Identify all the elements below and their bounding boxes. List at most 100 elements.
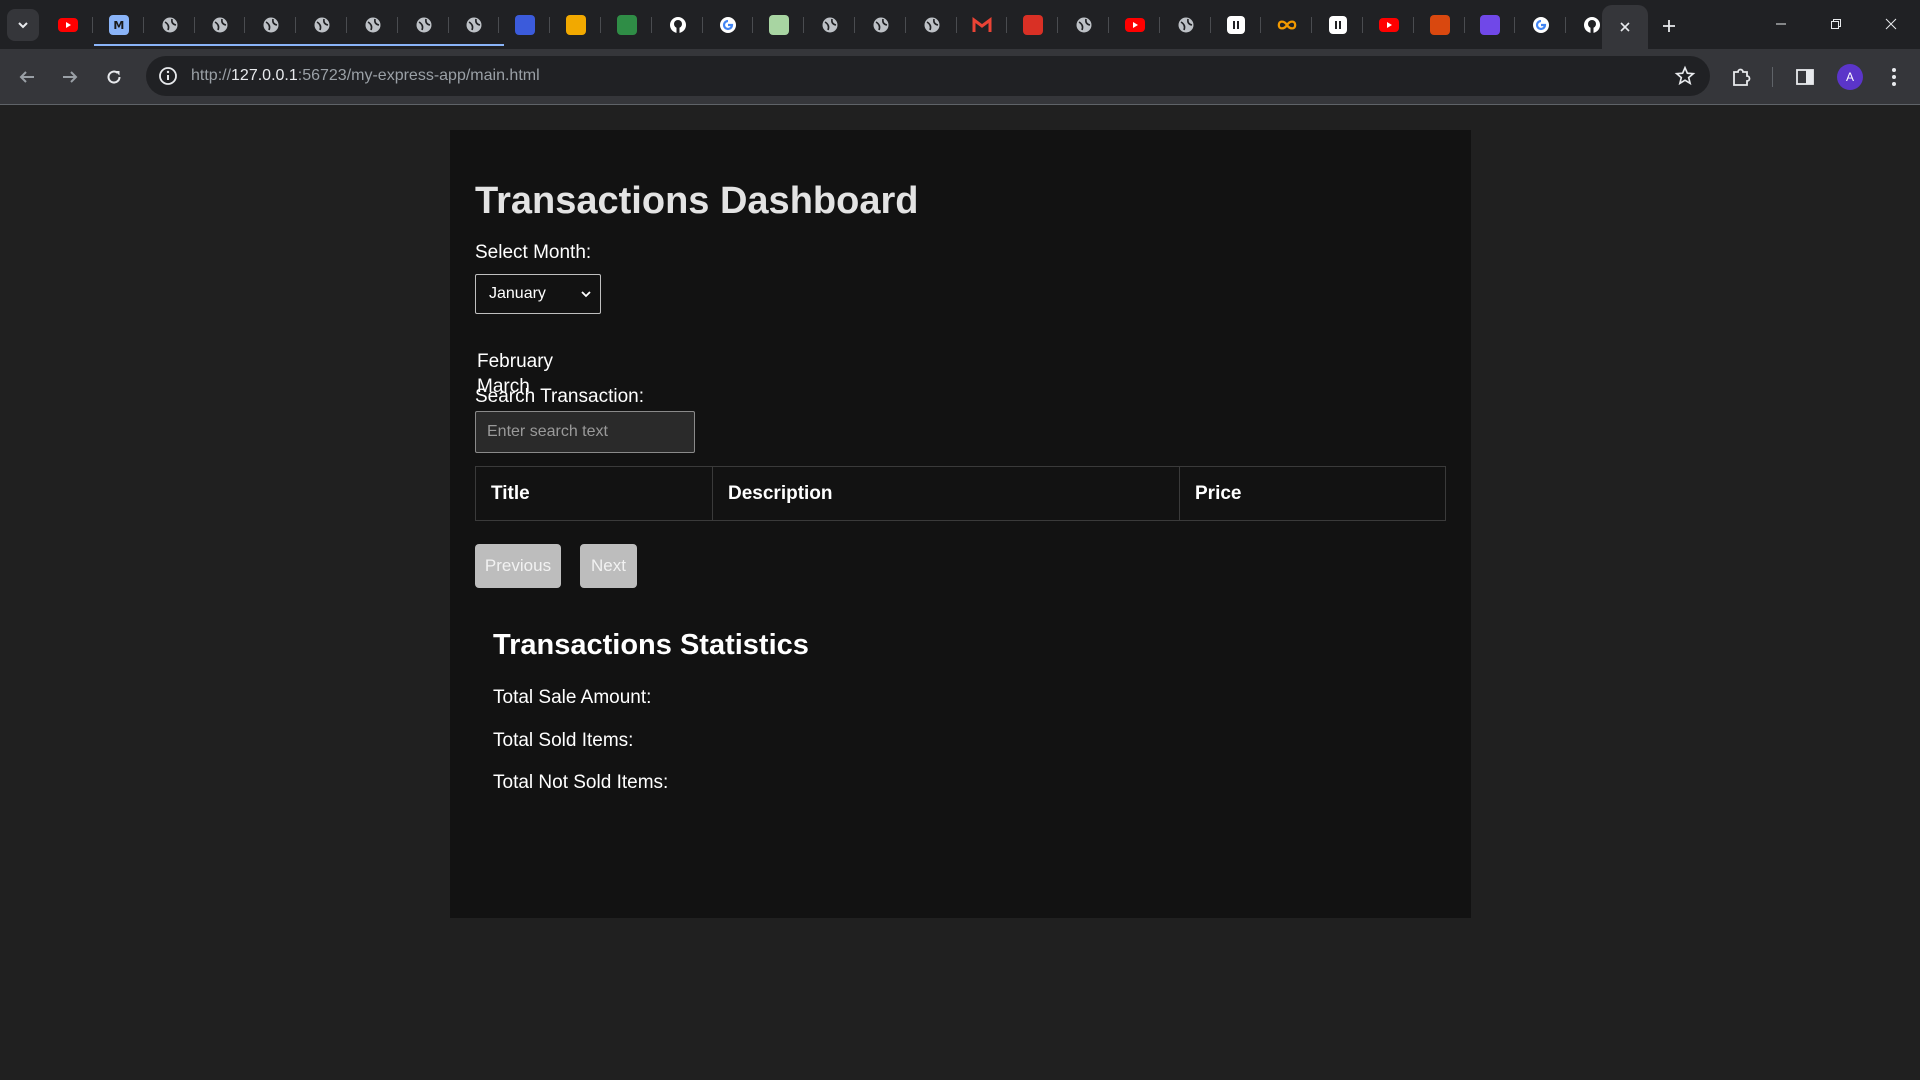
globe-icon [312, 15, 332, 35]
browser-tab[interactable] [1465, 8, 1516, 42]
browser-tab[interactable] [551, 8, 601, 42]
browser-tab[interactable] [195, 8, 246, 42]
browser-tab[interactable] [907, 8, 957, 42]
browser-tab[interactable] [1313, 8, 1363, 42]
github-icon [668, 15, 688, 35]
browser-tab[interactable] [805, 8, 855, 42]
browser-tab[interactable] [1262, 8, 1313, 42]
side-panel-icon [1796, 69, 1814, 85]
page-title: Transactions Dashboard [475, 180, 919, 222]
reload-button[interactable] [98, 61, 130, 93]
back-button[interactable] [11, 61, 43, 93]
close-icon[interactable] [1619, 21, 1631, 33]
minimize-icon [1776, 23, 1786, 25]
extensions-button[interactable] [1727, 63, 1755, 91]
globe-icon [210, 15, 230, 35]
gmail-icon [972, 15, 992, 35]
previous-button[interactable]: Previous [475, 544, 561, 588]
new-tab-button[interactable] [1655, 12, 1683, 40]
browser-tab[interactable] [856, 8, 906, 42]
toolbar-divider [1772, 67, 1773, 87]
browser-tab[interactable] [1161, 8, 1211, 42]
browser-tab[interactable]: M [93, 8, 504, 46]
github-icon [1582, 15, 1602, 35]
browser-tab[interactable] [145, 8, 195, 42]
browser-toolbar: http://127.0.0.1:56723/my-express-app/ma… [0, 49, 1920, 105]
dashboard-container: Transactions Dashboard Select Month: Jan… [450, 130, 1471, 918]
notion-icon [1227, 16, 1246, 34]
tab-strip: M [0, 0, 1920, 49]
globe-icon [363, 15, 383, 35]
gfg-icon [616, 15, 637, 35]
browser-tab[interactable] [957, 8, 1008, 42]
browser-tab[interactable] [348, 8, 398, 42]
reload-icon [107, 70, 121, 84]
browser-tab[interactable] [754, 8, 805, 42]
infinity-icon [1277, 15, 1297, 35]
month-select-value: January [489, 285, 546, 302]
browser-tab[interactable] [703, 8, 754, 42]
globe-icon [1074, 15, 1094, 35]
google-icon [1531, 15, 1551, 35]
bookmark-star-icon[interactable] [1674, 65, 1696, 87]
ta-icon [1329, 16, 1347, 34]
globe-icon [871, 15, 891, 35]
check-icon [1429, 15, 1450, 35]
address-bar[interactable]: http://127.0.0.1:56723/my-express-app/ma… [146, 56, 1710, 96]
browser-tab[interactable] [43, 8, 93, 42]
browser-tab[interactable] [500, 8, 551, 42]
pyramid-icon [566, 15, 586, 35]
globe-icon [414, 15, 434, 35]
globe-icon [261, 15, 281, 35]
globe-icon [464, 15, 484, 35]
search-label: Search Transaction: [475, 386, 644, 407]
stats-title: Transactions Statistics [493, 629, 809, 661]
youtube-icon [1378, 15, 1399, 35]
browser-tab[interactable] [1364, 8, 1414, 42]
google-icon [718, 15, 738, 35]
browser-tab[interactable] [1211, 8, 1262, 42]
globe-icon [922, 15, 942, 35]
globe-icon [820, 15, 840, 35]
restore-button[interactable] [1813, 8, 1859, 40]
globe-icon [160, 15, 180, 35]
browser-tab[interactable] [297, 8, 347, 42]
browser-tab[interactable] [1059, 8, 1109, 42]
browser-tab[interactable] [1110, 8, 1160, 42]
tab-search-button[interactable] [7, 9, 39, 41]
chevron-down-icon [18, 22, 28, 29]
list-icon [1480, 15, 1501, 35]
minimize-button[interactable] [1758, 8, 1804, 40]
browser-tab[interactable] [399, 8, 449, 42]
column-header-description: Description [712, 466, 1180, 521]
more-vert-icon [1892, 68, 1896, 86]
column-header-title: Title [475, 466, 713, 521]
table-header-row: Title Description Price [475, 466, 1446, 521]
menu-button[interactable] [1880, 63, 1908, 91]
browser-tab[interactable] [246, 8, 297, 42]
month-select[interactable]: January [475, 274, 601, 314]
info-icon[interactable] [158, 66, 178, 86]
close-window-button[interactable] [1868, 8, 1914, 40]
active-tab[interactable] [1602, 5, 1648, 49]
month-label: Select Month: [475, 242, 592, 263]
browser-tab[interactable] [1008, 8, 1059, 42]
column-header-price: Price [1179, 466, 1446, 521]
browser-tab[interactable] [653, 8, 703, 42]
browser-tab[interactable] [449, 8, 500, 42]
chevron-down-icon [581, 291, 591, 298]
side-panel-button[interactable] [1791, 63, 1819, 91]
browser-tab[interactable] [1516, 8, 1567, 42]
next-button[interactable]: Next [580, 544, 637, 588]
url-text[interactable]: http://127.0.0.1:56723/my-express-app/ma… [191, 67, 540, 85]
page-viewport: Transactions Dashboard Select Month: Jan… [0, 106, 1920, 1080]
plus-icon [1663, 20, 1675, 32]
month-option-february[interactable]: February [477, 351, 553, 373]
forward-button[interactable] [54, 61, 86, 93]
profile-avatar[interactable]: A [1837, 64, 1863, 90]
restore-icon [1831, 19, 1841, 29]
stat-total-not-sold-items: Total Not Sold Items: [493, 772, 669, 793]
browser-tab[interactable] [1415, 8, 1465, 42]
browser-tab[interactable] [602, 8, 652, 42]
search-input[interactable] [475, 411, 695, 453]
